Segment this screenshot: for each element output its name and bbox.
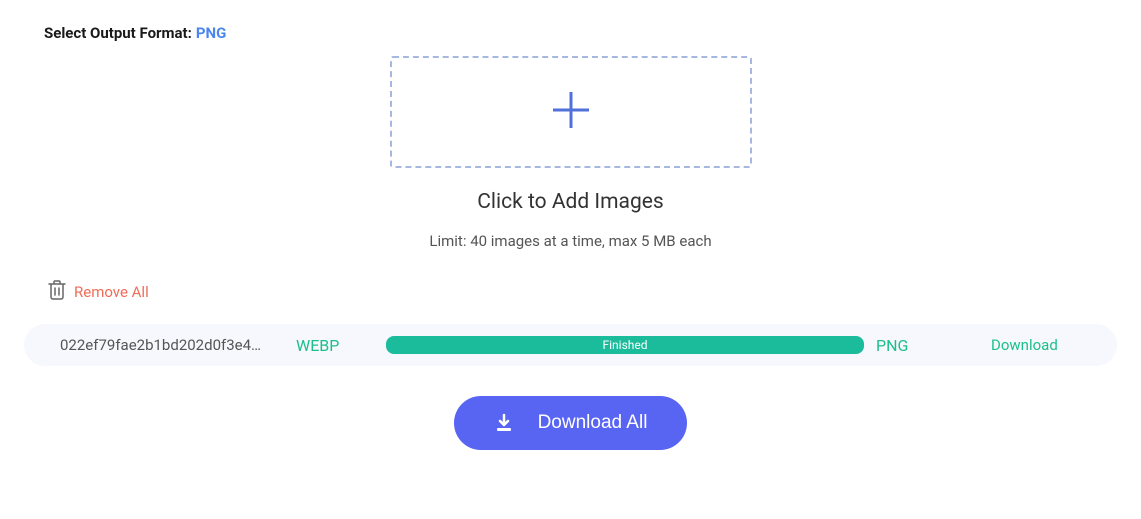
output-format-value[interactable]: PNG <box>196 24 226 42</box>
upload-limit-text: Limit: 40 images at a time, max 5 MB eac… <box>429 232 711 250</box>
remove-all-button[interactable]: Remove All <box>48 280 1117 304</box>
output-format-label: Select Output Format: <box>44 24 192 42</box>
download-all-wrap: Download All <box>24 396 1117 450</box>
file-source-format: WEBP <box>296 336 366 355</box>
progress-bar: Finished <box>386 336 864 354</box>
progress-wrap: Finished <box>386 336 864 354</box>
output-format-selector[interactable]: Select Output Format: PNG <box>44 24 1117 42</box>
trash-icon <box>48 280 66 304</box>
progress-status: Finished <box>602 338 647 352</box>
download-all-button[interactable]: Download All <box>454 396 688 450</box>
file-row: 022ef79fae2b1bd202d0f3e4… WEBP Finished … <box>24 324 1117 366</box>
download-file-link[interactable]: Download <box>991 336 1081 354</box>
remove-all-label: Remove All <box>74 283 149 301</box>
file-name: 022ef79fae2b1bd202d0f3e4… <box>60 336 280 354</box>
download-icon <box>494 413 514 433</box>
upload-dropzone[interactable] <box>390 56 752 168</box>
upload-title: Click to Add Images <box>477 190 664 214</box>
upload-area: Click to Add Images Limit: 40 images at … <box>24 56 1117 250</box>
plus-icon <box>547 86 595 138</box>
download-all-label: Download All <box>538 412 648 434</box>
file-target-format: PNG <box>876 336 931 355</box>
